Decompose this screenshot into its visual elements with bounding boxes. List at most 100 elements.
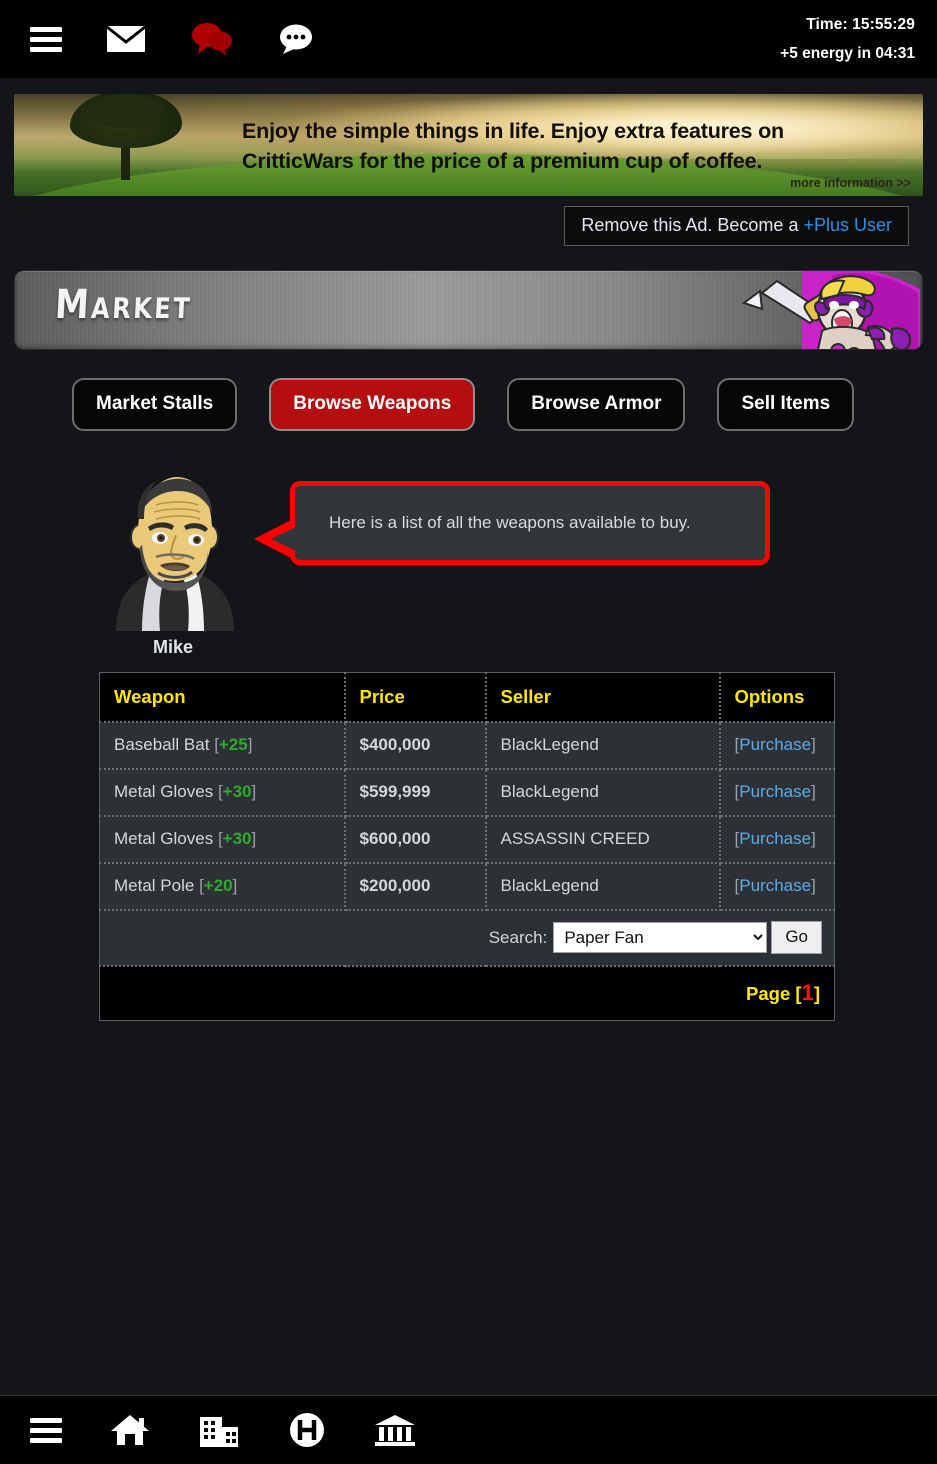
table-row: Metal Gloves [+30] $599,999 BlackLegend …: [99, 769, 835, 817]
hamburger-menu-icon[interactable]: [30, 1417, 62, 1443]
table-header-row: Weapon Price Seller Options: [99, 672, 835, 723]
search-select[interactable]: Paper Fan: [553, 922, 768, 953]
remove-ad-row: Remove this Ad. Become a +Plus User: [14, 196, 923, 246]
remove-ad-text: Remove this Ad. Become a: [581, 215, 804, 235]
purchase-link[interactable]: [Purchase]: [735, 782, 816, 801]
table-row: Metal Gloves [+30] $600,000 ASSASSIN CRE…: [99, 816, 835, 864]
server-time: Time: 15:55:29: [806, 15, 915, 33]
chat-icon[interactable]: [278, 23, 314, 55]
page-header-section: Market: [0, 246, 937, 350]
purchase-link[interactable]: [Purchase]: [735, 876, 816, 895]
bracket-close: ]: [811, 735, 816, 754]
weapon-name: Metal Pole: [114, 876, 195, 895]
hamburger-bar: [30, 1437, 62, 1443]
hamburger-bar: [30, 46, 62, 52]
ad-tree-canopy-top: [90, 94, 162, 128]
cell-seller: BlackLegend: [485, 722, 721, 770]
bracket-close: ]: [811, 782, 816, 801]
city-icon[interactable]: [198, 1412, 240, 1448]
market-tab-bar: Market Stalls Browse Weapons Browse Armo…: [0, 350, 937, 431]
page-title: Market: [53, 281, 194, 329]
column-header-options: Options: [719, 672, 835, 723]
purchase-label: Purchase: [739, 735, 812, 754]
bottom-nav-icon-group: [14, 1411, 416, 1449]
tab-browse-weapons[interactable]: Browse Weapons: [269, 378, 476, 431]
mascot-illustration: [682, 271, 922, 349]
search-cell: Search: Paper Fan Go: [99, 910, 835, 967]
plus-user-link[interactable]: +Plus User: [803, 215, 892, 235]
bottom-navigation-bar: [0, 1395, 937, 1464]
page-label: Page: [746, 983, 791, 1004]
npc-speech-bubble: Here is a list of all the weapons availa…: [254, 481, 770, 565]
top-bar: Time: 15:55:29 +5 energy in 04:31: [0, 0, 937, 78]
pagination-row: Page [1]: [99, 966, 835, 1021]
cell-seller: BlackLegend: [485, 769, 721, 817]
cell-seller: BlackLegend: [485, 863, 721, 911]
ad-more-information-link[interactable]: more information >>: [790, 176, 911, 190]
npc-section: Mike Here is a list of all the weapons a…: [0, 431, 937, 658]
purchase-link[interactable]: [Purchase]: [735, 735, 816, 754]
cell-weapon: Baseball Bat [+25]: [99, 722, 346, 770]
ad-banner[interactable]: Enjoy the simple things in life. Enjoy e…: [14, 94, 923, 196]
market-header-banner: Market: [14, 270, 923, 350]
bracket-close: ]: [251, 782, 257, 801]
cell-seller: ASSASSIN CREED: [485, 816, 721, 864]
npc-avatar: [98, 469, 248, 631]
purchase-label: Purchase: [739, 829, 812, 848]
cell-options: [Purchase]: [719, 863, 835, 911]
tab-sell-items[interactable]: Sell Items: [717, 378, 855, 431]
cell-price: $200,000: [344, 863, 487, 911]
cell-weapon: Metal Gloves [+30]: [99, 769, 346, 817]
energy-timer: +5 energy in 04:31: [780, 45, 915, 62]
weapon-bonus: +20: [203, 876, 233, 895]
tab-browse-armor[interactable]: Browse Armor: [507, 378, 686, 431]
ad-text: Enjoy the simple things in life. Enjoy e…: [242, 116, 909, 176]
bracket-close: ]: [811, 876, 816, 895]
cell-price: $600,000: [344, 816, 487, 864]
ad-text-line2: CritticWars for the price of a premium c…: [242, 149, 763, 173]
table-row: Metal Pole [+20] $200,000 BlackLegend [P…: [99, 863, 835, 911]
hamburger-bar: [30, 1427, 62, 1433]
remove-ad-button[interactable]: Remove this Ad. Become a +Plus User: [564, 206, 909, 246]
hospital-icon[interactable]: [288, 1411, 326, 1449]
weapon-bonus: +30: [222, 782, 252, 801]
search-row: Search: Paper Fan Go: [99, 910, 835, 967]
hamburger-bar: [30, 36, 62, 42]
weapon-name: Metal Gloves: [114, 782, 214, 801]
cell-price: $400,000: [344, 722, 487, 770]
bracket-close: ]: [232, 876, 238, 895]
top-bar-icon-group: [14, 21, 314, 57]
mail-icon[interactable]: [106, 24, 146, 54]
ad-text-line1: Enjoy the simple things in life. Enjoy e…: [242, 119, 784, 143]
current-page-number[interactable]: 1: [802, 980, 814, 1005]
table-row: Baseball Bat [+25] $400,000 BlackLegend …: [99, 722, 835, 770]
npc-name: Mike: [152, 637, 194, 657]
cell-price: $599,999: [344, 769, 487, 817]
cell-options: [Purchase]: [719, 722, 835, 770]
tab-market-stalls[interactable]: Market Stalls: [72, 378, 238, 431]
column-header-weapon: Weapon: [99, 672, 346, 723]
bracket-close: ]: [811, 829, 816, 848]
purchase-link[interactable]: [Purchase]: [735, 829, 816, 848]
cell-options: [Purchase]: [719, 769, 835, 817]
cell-options: [Purchase]: [719, 816, 835, 864]
cell-weapon: Metal Gloves [+30]: [99, 816, 346, 864]
ad-tree-illustration: [66, 94, 186, 180]
bracket-close: ]: [251, 829, 257, 848]
purchase-label: Purchase: [739, 782, 812, 801]
bracket-close: ]: [813, 983, 820, 1004]
weapons-table-section: Weapon Price Seller Options Baseball Bat…: [0, 658, 937, 1021]
home-icon[interactable]: [110, 1412, 150, 1448]
comments-icon[interactable]: [190, 21, 234, 57]
npc-speech-text: Here is a list of all the weapons availa…: [329, 513, 691, 532]
purchase-label: Purchase: [739, 876, 812, 895]
hamburger-menu-icon[interactable]: [30, 26, 62, 52]
hamburger-bar: [30, 1417, 62, 1423]
go-button[interactable]: Go: [771, 921, 822, 954]
pagination-cell: Page [1]: [99, 966, 835, 1021]
weapons-table: Weapon Price Seller Options Baseball Bat…: [99, 672, 835, 1021]
weapon-bonus: +30: [222, 829, 252, 848]
weapon-bonus: +25: [218, 735, 248, 754]
search-label: Search:: [488, 927, 548, 947]
bank-icon[interactable]: [374, 1412, 416, 1448]
